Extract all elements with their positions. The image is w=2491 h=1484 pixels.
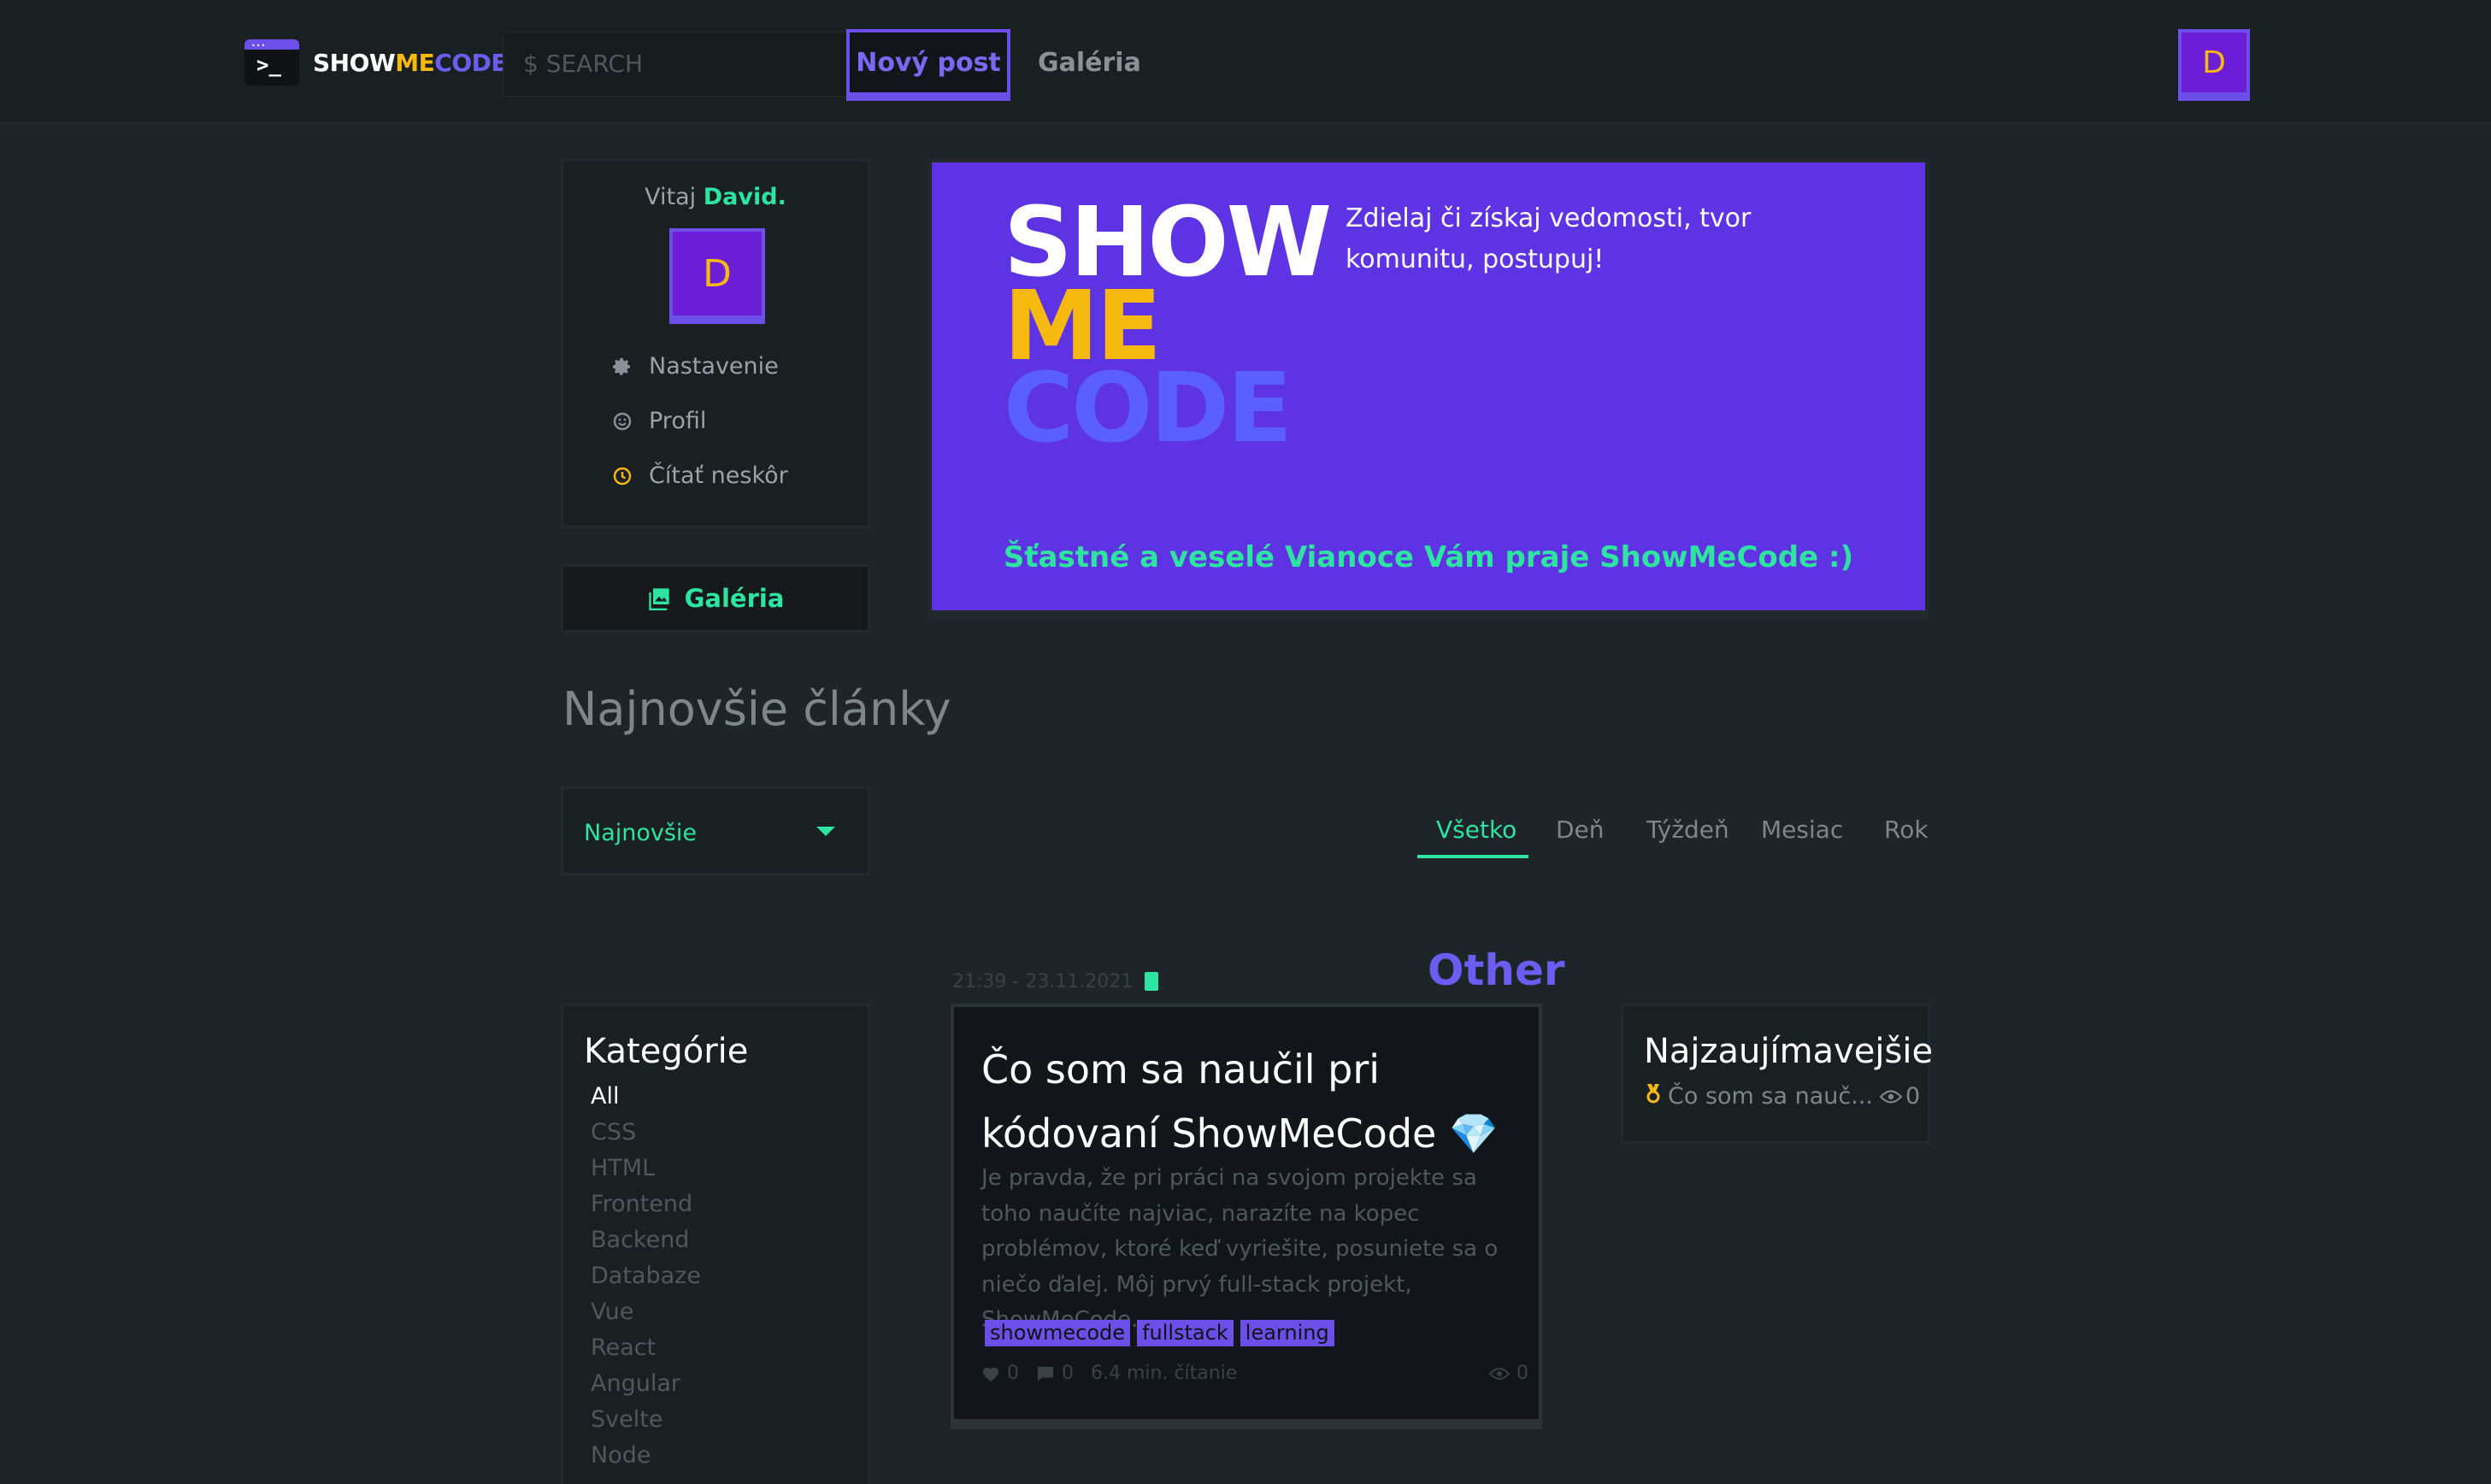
like-button[interactable]: 0 (981, 1363, 1019, 1384)
read-time: 6.4 min. čítanie (1091, 1363, 1238, 1384)
profile-card: Vitaj David. D Nastavenie Profil Čítať n… (561, 159, 870, 528)
tab-year[interactable]: Rok (1884, 816, 1929, 844)
category-item[interactable]: Node (591, 1442, 651, 1469)
hero-banner: SHOW ME CODE Zdielaj či získaj vedomosti… (928, 159, 1929, 619)
post-tags: showmecode fullstack learning (985, 1320, 1334, 1346)
categories-title: Kategórie (584, 1032, 749, 1071)
most-interesting-item[interactable]: Čo som sa nauč... 0 (1644, 1083, 1920, 1110)
banner-tagline: Zdielaj či získaj vedomosti, tvor komuni… (1346, 203, 1752, 274)
sort-select[interactable]: Najnovšie (561, 786, 870, 875)
comment-icon (1037, 1366, 1054, 1381)
category-item[interactable]: Frontend (591, 1191, 692, 1217)
category-item[interactable]: Databaze (591, 1263, 701, 1289)
post-excerpt: Je pravda, že pri práci na svojom projek… (981, 1165, 1499, 1333)
image-gallery-icon (648, 588, 669, 610)
category-item[interactable]: Backend (591, 1227, 689, 1253)
comments-count[interactable]: 0 (1036, 1363, 1074, 1384)
post-category[interactable]: Other (1428, 945, 1565, 995)
tab-day[interactable]: Deň (1556, 816, 1605, 844)
category-item[interactable]: CSS (591, 1119, 636, 1145)
menu-profile[interactable]: Profil (611, 408, 706, 434)
category-item[interactable]: All (591, 1083, 619, 1110)
tag[interactable]: fullstack (1137, 1320, 1234, 1346)
category-item[interactable]: Angular (591, 1370, 680, 1397)
post-meta: 21:39 - 23.11.2021 (952, 971, 1159, 992)
tab-all[interactable]: Všetko (1436, 816, 1516, 844)
eye-icon (1879, 1089, 1902, 1104)
banner-code: CODE (1004, 353, 1293, 464)
top-navbar: ••• >_ SHOWMECODE $ SEARCH Nový post Gal… (0, 0, 2491, 125)
views-count: 0 (1489, 1363, 1528, 1384)
section-title: Najnovšie články (562, 682, 951, 736)
gem-icon: 💎 (1448, 1110, 1499, 1157)
medal-icon (1644, 1083, 1663, 1110)
category-item[interactable]: Vue (591, 1298, 633, 1325)
post-timestamp: 21:39 - 23.11.2021 (952, 971, 1134, 992)
tab-month[interactable]: Mesiac (1761, 816, 1843, 844)
clock-icon (611, 465, 633, 487)
terminal-logo-icon: ••• >_ (244, 39, 299, 85)
username: David. (703, 184, 786, 210)
bookmark-icon[interactable] (1145, 972, 1159, 991)
logo-wordmark: SHOWMECODE (313, 48, 508, 77)
search-placeholder: $ SEARCH (523, 50, 643, 78)
welcome-text: Vitaj David. (645, 184, 786, 210)
banner-greeting: Šťastné a veselé Vianoce Vám praje ShowM… (1003, 540, 1854, 574)
gallery-button[interactable]: Galéria (561, 564, 870, 633)
search-input[interactable]: $ SEARCH (503, 31, 848, 97)
categories-card: Kategórie All CSS HTML Frontend Backend … (561, 1004, 870, 1484)
menu-read-later[interactable]: Čítať neskôr (611, 462, 788, 489)
user-avatar[interactable]: D (2178, 29, 2250, 101)
heart-icon (982, 1367, 999, 1381)
post-card[interactable]: Čo som sa naučil pri kódovaní ShowMeCode… (951, 1004, 1542, 1429)
active-tab-indicator (1417, 855, 1528, 858)
post-footer: 0 0 6.4 min. čítanie 0 (981, 1363, 1528, 1384)
category-item[interactable]: React (591, 1334, 656, 1361)
smiley-icon (611, 410, 633, 433)
category-item[interactable]: HTML (591, 1155, 655, 1181)
eye-icon (1489, 1367, 1510, 1380)
category-item[interactable]: Svelte (591, 1406, 662, 1433)
nav-gallery-link[interactable]: Galéria (1038, 48, 1141, 78)
post-title[interactable]: Čo som sa naučil pri kódovaní ShowMeCode… (981, 1038, 1528, 1165)
profile-avatar[interactable]: D (669, 228, 765, 324)
new-post-button[interactable]: Nový post (846, 29, 1010, 101)
tag[interactable]: showmecode (985, 1320, 1131, 1346)
gear-icon (611, 356, 633, 378)
site-logo[interactable]: ••• >_ SHOWMECODE (244, 39, 508, 85)
chevron-down-icon (816, 827, 835, 836)
most-interesting-card: Najzaujímavejšie Čo som sa nauč... 0 (1621, 1004, 1934, 1144)
sort-selected-value: Najnovšie (584, 820, 698, 846)
tab-week[interactable]: Týždeň (1646, 816, 1729, 844)
menu-settings[interactable]: Nastavenie (611, 353, 779, 380)
most-interesting-title: Najzaujímavejšie (1644, 1032, 1934, 1071)
tag[interactable]: learning (1240, 1320, 1334, 1346)
